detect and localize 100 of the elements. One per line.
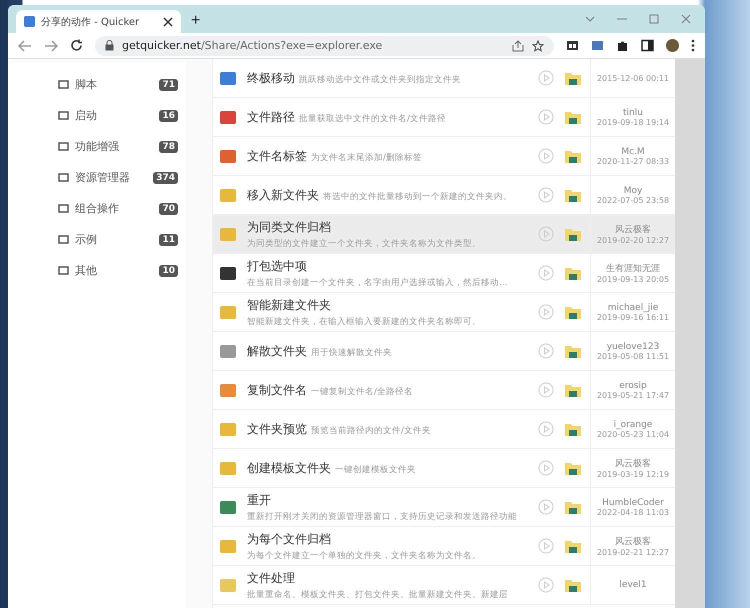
action-title[interactable]: 移入新文件夹 (247, 186, 319, 204)
action-row[interactable]: 文件名标签 为文件名末尾添加/删除标签 Mc.M 2020-11-27 08:33 (213, 137, 675, 176)
scrollbar[interactable] (675, 59, 705, 608)
star-icon[interactable] (532, 40, 544, 52)
action-title[interactable]: 重开 (247, 492, 538, 508)
sidebar-item[interactable]: 组合操作 70 (58, 199, 186, 218)
action-row[interactable]: 为每个文件归档 为每个文件建立一个单独的文件夹，文件夹名称为文件名。 风云极客 2019-02-21 12:27 (213, 527, 675, 566)
action-title[interactable]: 文件夹预览 (247, 420, 307, 438)
sidebar-item[interactable]: 启动 16 (58, 106, 186, 125)
browser-tab[interactable]: 分享的动作 - Quicker (16, 10, 181, 33)
folder-icon (564, 70, 582, 86)
play-icon[interactable] (538, 538, 554, 554)
action-title[interactable]: 解散文件夹 (247, 342, 307, 360)
author-name[interactable]: tinlu (623, 108, 643, 118)
action-icon (219, 537, 237, 555)
avatar[interactable] (666, 39, 679, 52)
play-icon[interactable] (538, 460, 554, 476)
author-name[interactable]: yuelove123 (606, 342, 660, 352)
play-icon[interactable] (538, 265, 554, 281)
author-name[interactable]: michael_jie (608, 302, 658, 312)
play-icon[interactable] (538, 382, 554, 398)
folder-icon (564, 304, 582, 320)
play-icon[interactable] (538, 304, 554, 320)
sidebar-item[interactable]: 脚本 71 (58, 75, 186, 94)
action-row[interactable]: 文件路径 批量获取选中文件的文件名/文件路径 tinlu 2019-09-18 19:14 (213, 98, 675, 137)
forward-arrow-icon[interactable] (44, 40, 58, 52)
puzzle-icon[interactable] (616, 39, 629, 52)
action-title[interactable]: 为同类文件归档 (247, 218, 538, 236)
action-row[interactable]: 创建模板文件夹 一键创建模板文件夹 风云极客 2019-03-19 12:19 (213, 449, 675, 488)
new-tab-button[interactable]: + (187, 9, 204, 33)
folder-icon (564, 382, 582, 398)
action-row[interactable]: 文件夹预览 预览当前路径内的文件/文件夹 i_orange 2020-05-23 11:04 (213, 410, 675, 449)
chevron-icon[interactable] (585, 14, 595, 24)
action-icon (219, 303, 237, 321)
action-title[interactable]: 为每个文件归档 (247, 530, 538, 548)
author-name[interactable]: HumbleCoder (602, 498, 664, 508)
folder-icon (564, 421, 582, 437)
action-title[interactable]: 文件处理 (247, 570, 538, 586)
play-icon[interactable] (538, 187, 554, 203)
author-name[interactable]: Mc.M (621, 146, 645, 156)
category-icon (58, 203, 69, 214)
action-title[interactable]: 打包选中项 (247, 258, 538, 274)
action-title[interactable]: 文件名标签 (247, 148, 307, 164)
action-row[interactable]: 打包选中项 在当前目录创建一个文件夹，名字由用户选择或输入，然后移动… 生有涯知无涯 2019-09-13 20:05 (213, 254, 675, 293)
action-icon (219, 147, 237, 165)
action-row[interactable]: 终极移动 跳跃移动选中文件或文件夹到指定文件夹 2015-12-06 00:11 (213, 59, 675, 98)
sidebar-item[interactable]: 示例 11 (58, 230, 186, 249)
action-title[interactable]: 终极移动 (247, 70, 295, 86)
reload-icon[interactable] (70, 39, 83, 52)
author-name[interactable]: 风云极客 (615, 457, 651, 470)
back-arrow-icon[interactable] (18, 40, 32, 52)
action-description: 将选中的文件批量移动到一个新建的文件夹内。 (323, 190, 512, 202)
author-name[interactable]: 风云极客 (615, 535, 651, 548)
play-icon[interactable] (538, 577, 554, 593)
action-row[interactable]: 解散文件夹 用于快速解散文件夹 yuelove123 2019-05-08 11:51 (213, 332, 675, 371)
play-icon[interactable] (538, 109, 554, 125)
action-title[interactable]: 创建模板文件夹 (247, 460, 331, 476)
author-name[interactable]: i_orange (614, 420, 652, 430)
date-text: 2019-02-20 12:27 (596, 236, 670, 245)
action-row[interactable]: 智能新建文件夹 智能新建文件夹，在输入框输入要新建的文件夹名称即可。 michael_jie 2019-09-16 16:11 (213, 293, 675, 332)
date-text: 2019-05-21 17:47 (596, 390, 670, 400)
author-name[interactable]: 生有涯知无涯 (606, 262, 660, 275)
play-icon[interactable] (538, 421, 554, 437)
folder-icon (564, 265, 582, 281)
sidebar-item[interactable]: 资源管理器 374 (58, 168, 186, 187)
folder-icon (564, 148, 582, 164)
sidebar-item[interactable]: 功能增强 78 (58, 137, 186, 156)
count-badge: 16 (159, 110, 178, 122)
more-icon[interactable] (691, 39, 695, 52)
close-icon[interactable] (163, 16, 173, 26)
address-bar[interactable]: getquicker.net/Share/Actions?exe=explorer.exe (95, 36, 554, 56)
action-title[interactable]: 文件路径 (247, 108, 295, 126)
action-row[interactable]: 重开 重新打开刚才关闭的资源管理器窗口，支持历史记录和发送路径功能 HumbleCoder 2022-04-18 11:03 (213, 488, 675, 527)
action-description: 一键复制文件名/全路径名 (311, 386, 413, 398)
action-row[interactable]: 文件处理 批量重命名、模板文件夹、打包文件夹、批量新建文件夹、新建层 level1 (213, 566, 675, 605)
sidebar-icon[interactable] (641, 39, 654, 52)
action-icon (219, 69, 237, 87)
action-title[interactable]: 智能新建文件夹 (247, 296, 538, 314)
sidebar-item[interactable]: 其他 10 (58, 261, 186, 280)
author-name[interactable]: erosip (619, 380, 647, 390)
count-badge: 70 (159, 202, 178, 214)
play-icon[interactable] (538, 343, 554, 359)
share-icon[interactable] (512, 40, 524, 52)
action-icon (219, 420, 237, 438)
play-icon[interactable] (538, 148, 554, 164)
action-description: 一键创建模板文件夹 (335, 464, 416, 476)
action-row[interactable]: 为同类文件归档 为同类型的文件建立一个文件夹，文件夹名称为文件类型。 风云极客 2019-02-20 12:27 (213, 215, 675, 254)
category-icon (58, 265, 69, 276)
author-name[interactable]: Moy (624, 186, 642, 196)
extension-icon[interactable] (566, 39, 579, 52)
count-badge: 71 (159, 78, 178, 90)
author-name[interactable]: level1 (619, 580, 647, 590)
action-row[interactable]: 复制文件名 一键复制文件名/全路径名 erosip 2019-05-21 17:47 (213, 371, 675, 410)
play-icon[interactable] (538, 70, 554, 86)
category-icon (58, 234, 69, 245)
play-icon[interactable] (538, 499, 554, 515)
maximize-icon[interactable] (649, 14, 659, 24)
action-title[interactable]: 复制文件名 (247, 382, 307, 398)
action-icon (219, 381, 237, 399)
count-badge: 10 (159, 264, 178, 276)
